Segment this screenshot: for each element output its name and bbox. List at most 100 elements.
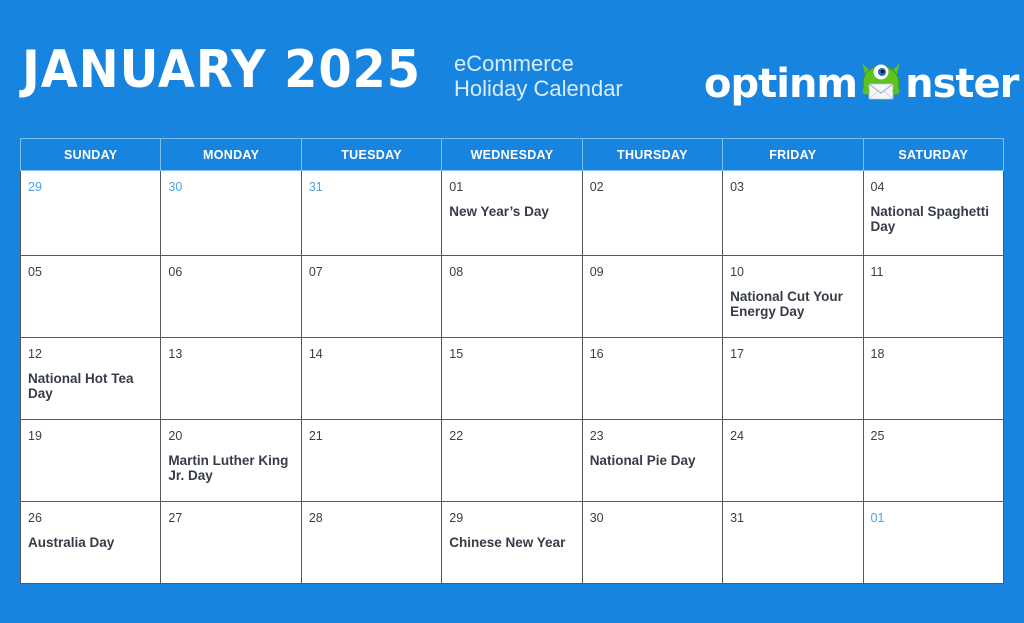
calendar-day-cell[interactable]: 12 National Hot Tea Day xyxy=(19,337,162,420)
holiday-label: New Year’s Day xyxy=(449,204,549,219)
day-number: 09 xyxy=(589,265,604,279)
day-number-other-month: 01 xyxy=(870,511,885,525)
day-number: 03 xyxy=(730,180,745,194)
calendar-day-cell[interactable]: 04 National Spaghetti Day xyxy=(862,170,1005,256)
holiday-label: Martin Luther King Jr. Day xyxy=(168,453,289,483)
day-number: 23 xyxy=(589,429,604,443)
day-number: 07 xyxy=(308,265,323,279)
calendar-day-cell[interactable]: 29 xyxy=(19,170,162,256)
calendar-day-cell[interactable]: 19 xyxy=(19,419,162,502)
day-number: 13 xyxy=(168,347,183,361)
day-number: 15 xyxy=(449,347,464,361)
calendar-day-cell[interactable]: 25 xyxy=(862,419,1005,502)
calendar-day-cell[interactable]: 17 xyxy=(722,337,864,420)
day-number: 21 xyxy=(308,429,323,443)
monster-mascot-icon xyxy=(862,63,901,101)
day-number: 06 xyxy=(168,265,183,279)
day-number: 19 xyxy=(28,429,42,443)
day-number: 10 xyxy=(730,265,745,279)
calendar-day-cell[interactable]: 13 xyxy=(160,337,302,420)
calendar-day-cell[interactable]: 16 xyxy=(581,337,724,420)
holiday-label: National Pie Day xyxy=(589,453,696,468)
weekday-header-monday: MONDAY xyxy=(160,138,302,171)
holiday-label: National Hot Tea Day xyxy=(28,371,134,401)
calendar-day-cell[interactable]: 14 xyxy=(300,337,443,420)
day-number: 24 xyxy=(730,429,745,443)
day-number: 25 xyxy=(870,429,885,443)
calendar-day-cell[interactable]: 08 xyxy=(441,255,583,338)
calendar-day-cell[interactable]: 01 New Year’s Day xyxy=(441,170,583,256)
page-title: JANUARY 2025 xyxy=(22,40,421,100)
calendar-day-cell[interactable]: 31 xyxy=(722,501,864,584)
calendar-day-cell[interactable]: 22 xyxy=(441,419,583,502)
calendar-day-cell[interactable]: 28 xyxy=(300,501,443,584)
day-number: 11 xyxy=(870,265,884,279)
calendar-grid: SUNDAY MONDAY TUESDAY WEDNESDAY THURSDAY FRID… xyxy=(19,138,1005,584)
logo-text-end: nster xyxy=(905,61,1019,107)
calendar-week-row: 26 Australia Day 27 28 29 Chinese New Year 30 3… xyxy=(19,501,1005,584)
weekday-header-sunday: SUNDAY xyxy=(19,138,162,171)
calendar-day-cell[interactable]: 29 Chinese New Year xyxy=(441,501,583,584)
day-number: 16 xyxy=(589,347,604,361)
day-number: 01 xyxy=(449,180,464,194)
day-number: 26 xyxy=(28,511,42,525)
day-number: 18 xyxy=(870,347,885,361)
weekday-header-thursday: THURSDAY xyxy=(581,138,724,171)
day-number: 30 xyxy=(589,511,604,525)
day-number: 12 xyxy=(28,347,42,361)
calendar-day-cell[interactable]: 03 xyxy=(722,170,864,256)
calendar-day-cell[interactable]: 06 xyxy=(160,255,302,338)
calendar-day-cell[interactable]: 11 xyxy=(862,255,1005,338)
calendar-day-cell[interactable]: 24 xyxy=(722,419,864,502)
calendar-body: 29 30 31 01 New Year’s Day 02 03 04 National Spa… xyxy=(19,170,1005,584)
day-number: 14 xyxy=(308,347,323,361)
calendar-day-cell[interactable]: 27 xyxy=(160,501,302,584)
calendar-day-cell[interactable]: 10 National Cut Your Energy Day xyxy=(722,255,864,338)
day-number: 20 xyxy=(168,429,183,443)
holiday-label: National Cut Your Energy Day xyxy=(730,289,843,319)
day-number: 31 xyxy=(730,511,745,525)
calendar-day-cell[interactable]: 30 xyxy=(581,501,724,584)
subtitle-line-1: eCommerce xyxy=(454,51,574,76)
day-number: 02 xyxy=(589,180,604,194)
calendar-week-row: 29 30 31 01 New Year’s Day 02 03 04 National Spa… xyxy=(19,170,1005,256)
weekday-header-friday: FRIDAY xyxy=(722,138,864,171)
calendar-day-cell[interactable]: 23 National Pie Day xyxy=(581,419,724,502)
day-number: 04 xyxy=(870,180,885,194)
day-number-other-month: 31 xyxy=(308,180,323,194)
day-number: 22 xyxy=(449,429,464,443)
weekday-header-row: SUNDAY MONDAY TUESDAY WEDNESDAY THURSDAY FRID… xyxy=(19,138,1005,171)
day-number: 17 xyxy=(730,347,745,361)
holiday-label: National Spaghetti Day xyxy=(870,204,990,234)
calendar-day-cell[interactable]: 02 xyxy=(581,170,724,256)
holiday-label: Australia Day xyxy=(28,535,115,550)
day-number: 28 xyxy=(308,511,323,525)
day-number-other-month: 29 xyxy=(28,180,42,194)
weekday-header-wednesday: WEDNESDAY xyxy=(441,138,583,171)
calendar-day-cell[interactable]: 31 xyxy=(300,170,443,256)
calendar-week-row: 05 06 07 08 09 10 National Cut Your Energy Day… xyxy=(19,255,1005,338)
holiday-label: Chinese New Year xyxy=(449,535,566,550)
calendar-week-row: 19 20 Martin Luther King Jr. Day 21 22 23 Nati… xyxy=(19,419,1005,502)
optinmonster-logo: optinm nster xyxy=(704,61,1019,107)
calendar-week-row: 12 National Hot Tea Day 13 14 15 16 17 18 xyxy=(19,337,1005,420)
calendar-day-cell[interactable]: 18 xyxy=(862,337,1005,420)
subtitle-line-2: Holiday Calendar xyxy=(454,76,623,101)
calendar-day-cell[interactable]: 01 xyxy=(862,501,1005,584)
calendar-day-cell[interactable]: 26 Australia Day xyxy=(19,501,162,584)
calendar-day-cell[interactable]: 21 xyxy=(300,419,443,502)
weekday-header-saturday: SATURDAY xyxy=(862,138,1005,171)
day-number-other-month: 30 xyxy=(168,180,183,194)
calendar-day-cell[interactable]: 07 xyxy=(300,255,443,338)
logo-text-start: optinm xyxy=(704,61,858,107)
calendar-day-cell[interactable]: 20 Martin Luther King Jr. Day xyxy=(160,419,302,502)
day-number: 08 xyxy=(449,265,464,279)
calendar-day-cell[interactable]: 09 xyxy=(581,255,724,338)
page-subtitle: eCommerce Holiday Calendar xyxy=(454,51,623,101)
day-number: 29 xyxy=(449,511,464,525)
calendar-day-cell[interactable]: 15 xyxy=(441,337,583,420)
calendar-day-cell[interactable]: 05 xyxy=(19,255,162,338)
weekday-header-tuesday: TUESDAY xyxy=(300,138,443,171)
day-number: 27 xyxy=(168,511,183,525)
calendar-day-cell[interactable]: 30 xyxy=(160,170,302,256)
